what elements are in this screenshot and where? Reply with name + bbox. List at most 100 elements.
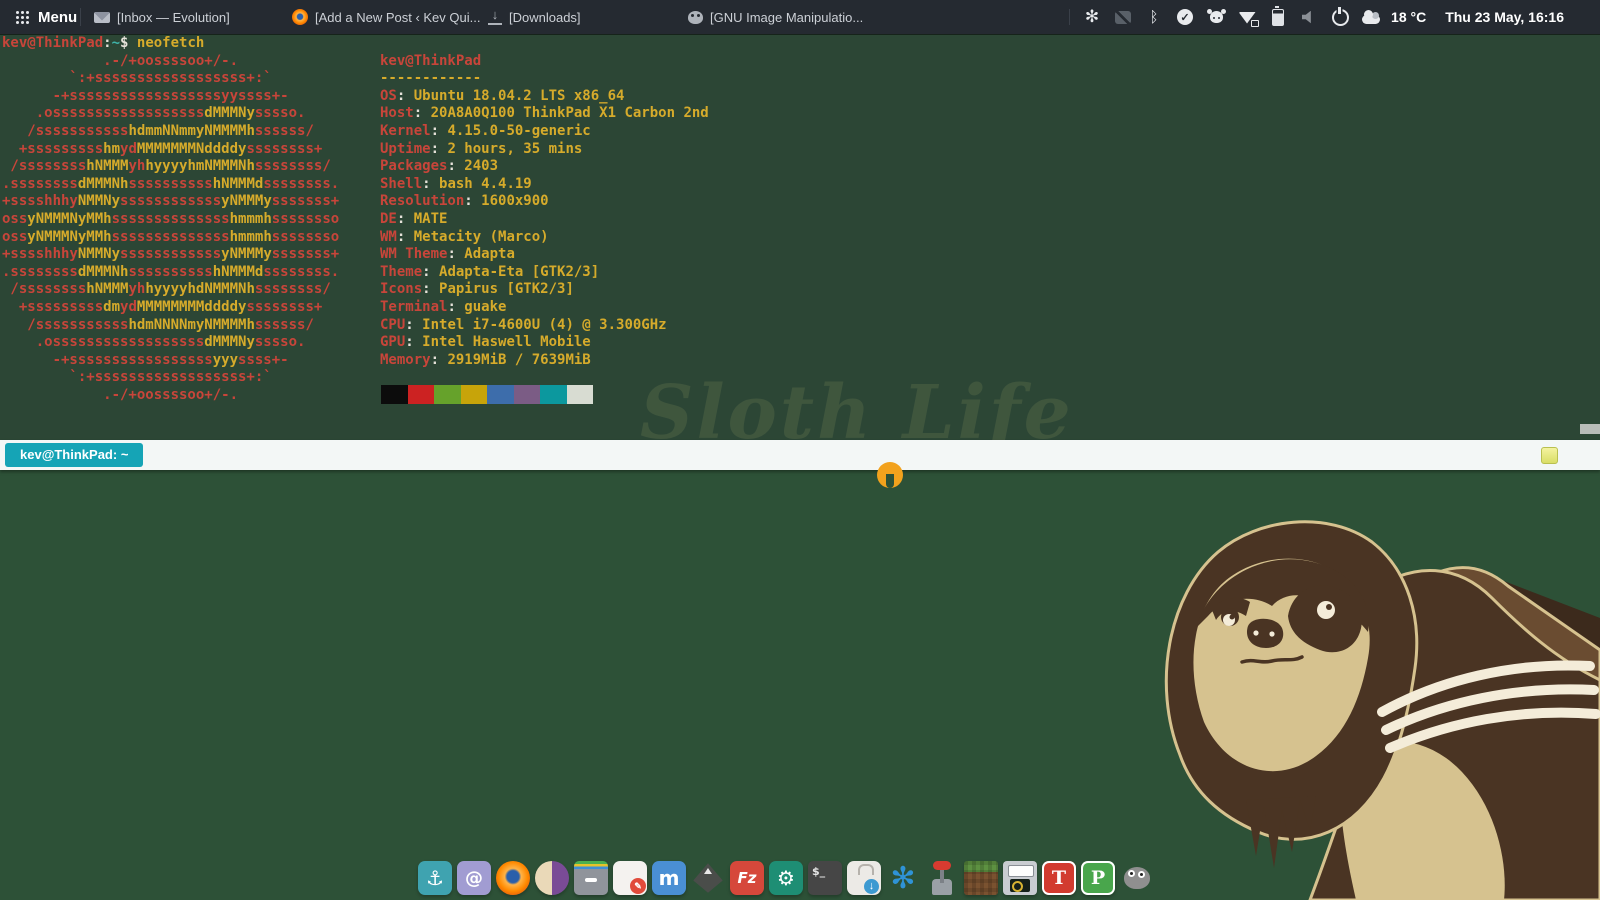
window-button-evolution[interactable]: [Inbox — Evolution]	[88, 0, 236, 34]
dock-item-minecraft-icon[interactable]	[964, 861, 998, 895]
window-button-gimp[interactable]: [GNU Image Manipulatio...	[682, 0, 869, 34]
info-row: CPU: Intel i7-4600U (4) @ 3.300GHz	[380, 317, 709, 335]
power-icon[interactable]	[1329, 5, 1351, 29]
battery-icon[interactable]	[1267, 5, 1289, 29]
dock-item-mastodon-icon[interactable]: m	[652, 861, 686, 895]
info-row: Uptime: 2 hours, 35 mins	[380, 141, 709, 159]
window-button-firefox[interactable]: [Add a New Post ‹ Kev Qui...	[286, 0, 486, 34]
info-underline: ------------	[380, 70, 709, 88]
ascii-line: /sssssssshNMMMyhhyyyyhdNMMMNhssssssss/	[2, 281, 339, 299]
info-row: Kernel: 4.15.0-50-generic	[380, 123, 709, 141]
menu-label: Menu	[38, 9, 77, 26]
ascii-line: .-/+oossssoo+/-.	[2, 53, 339, 71]
ascii-line: .ossssssssssssssssssdMMMNysssso.	[2, 334, 339, 352]
dock-item-terminal-icon[interactable]: $_	[808, 861, 842, 895]
gimp-icon	[688, 11, 703, 24]
ascii-line: -+sssssssssssssssssyyyssss+-	[2, 352, 339, 370]
dock-item-p-green-icon[interactable]: P	[1081, 861, 1115, 895]
dock: ⚓ @ ✎ m Fz ⚙ $_ ↓ ✻ T P	[418, 861, 1154, 895]
palette-swatch	[487, 385, 514, 404]
firefox-icon	[292, 9, 308, 25]
dock-item-typora-t-icon[interactable]: T	[1042, 861, 1076, 895]
temperature-indicator[interactable]: 18 °C	[1391, 9, 1426, 25]
info-row: DE: MATE	[380, 211, 709, 229]
ascii-line: /ssssssssssshdmmNNmmyNMMMMhssssss/	[2, 123, 339, 141]
dock-item-software-bag-icon[interactable]: ↓	[847, 861, 881, 895]
weather-icon[interactable]	[1360, 5, 1382, 29]
ascii-line: .-/+oossssoo+/-.	[2, 387, 339, 405]
system-tray: ✻ ᛒ ✓ 18 °C Thu 23 May, 16:16	[1069, 0, 1564, 34]
dock-item-file-archiver-icon[interactable]	[574, 861, 608, 895]
info-row: WM: Metacity (Marco)	[380, 229, 709, 247]
info-row: Resolution: 1600x900	[380, 193, 709, 211]
info-row: Terminal: guake	[380, 299, 709, 317]
filezilla-glyph: Fz	[738, 869, 757, 887]
sloth-illustration	[1160, 500, 1600, 900]
mastodon-glyph: m	[659, 866, 680, 890]
p-green-glyph: P	[1091, 867, 1105, 889]
typora-t-glyph: T	[1052, 867, 1066, 889]
notes-icon[interactable]	[1541, 447, 1558, 464]
dock-item-firefox-icon[interactable]	[496, 861, 530, 895]
info-title: kev@ThinkPad	[380, 53, 709, 71]
monkey-icon[interactable]	[1205, 5, 1227, 29]
ascii-line: -+ssssssssssssssssssyyssss+-	[2, 88, 339, 106]
palette-swatch	[567, 385, 594, 404]
desktop: { "panel": { "menu_label": "Menu", "wind…	[0, 0, 1600, 900]
shutter-glyph: ✻	[890, 861, 915, 896]
palette-swatch	[540, 385, 567, 404]
dock-item-anchor-icon[interactable]: ⚓	[418, 861, 452, 895]
shutter-icon[interactable]: ✻	[1081, 5, 1103, 29]
dock-item-text-editor-icon[interactable]: ✎	[613, 861, 647, 895]
window-button-download[interactable]: ↓ [Downloads]	[482, 0, 587, 34]
ascii-line: `:+ssssssssssssssssss+:`	[2, 369, 339, 387]
ascii-line: .ssssssssdMMMNhsssssssssshNMMMdssssssss.	[2, 264, 339, 282]
guake-handle-icon[interactable]	[877, 462, 903, 488]
info-row: Theme: Adapta-Eta [GTK2/3]	[380, 264, 709, 282]
window-button-label: [Add a New Post ‹ Kev Qui...	[315, 10, 480, 25]
bluetooth-icon[interactable]: ᛒ	[1143, 5, 1165, 29]
info-row: OS: Ubuntu 18.04.2 LTS x86_64	[380, 88, 709, 106]
window-button-label: [Downloads]	[509, 10, 581, 25]
dock-item-filezilla-icon[interactable]: Fz	[730, 861, 764, 895]
guake-tab-bar: kev@ThinkPad: ~	[0, 440, 1600, 470]
window-button-label: [GNU Image Manipulatio...	[710, 10, 863, 25]
menu-button[interactable]: Menu	[8, 0, 85, 34]
ascii-line: ossyNMMMNyMMhsssssssssssssshmmmhssssssso	[2, 211, 339, 229]
volume-icon[interactable]	[1298, 5, 1320, 29]
ascii-line: +sssssssssdmydMMMMMMMMddddyssssssss+	[2, 299, 339, 317]
panel-separator	[80, 8, 81, 26]
palette-swatch	[434, 385, 461, 404]
download-icon: ↓	[488, 9, 502, 25]
wifi-icon[interactable]	[1236, 5, 1258, 29]
ascii-line: /ssssssssssshdmNNNNmyNMMMMhssssss/	[2, 317, 339, 335]
dock-item-lollypop-icon[interactable]	[535, 861, 569, 895]
ascii-line: +sssshhhyNMMNyssssssssssssyNMMMysssssss+	[2, 246, 339, 264]
top-panel: Menu [Inbox — Evolution] [Add a New Post …	[0, 0, 1600, 34]
anchor-glyph: ⚓	[426, 866, 444, 890]
terminal-scrollbar[interactable]	[1580, 424, 1600, 434]
privacy-icon[interactable]	[1112, 5, 1134, 29]
clock[interactable]: Thu 23 May, 16:16	[1445, 9, 1564, 25]
dock-item-joystick-icon[interactable]	[925, 861, 959, 895]
dock-item-shutter-icon[interactable]: ✻	[886, 861, 920, 895]
ascii-line: /sssssssshNMMMyhhyyyyhmNMMMNhssssssss/	[2, 158, 339, 176]
dock-item-gimp-icon[interactable]	[1120, 861, 1154, 895]
ascii-line: .ossssssssssssssssssdMMMNysssso.	[2, 105, 339, 123]
tweaks-glyph: ⚙	[777, 866, 795, 890]
palette-swatch	[408, 385, 435, 404]
dock-item-tweaks-icon[interactable]: ⚙	[769, 861, 803, 895]
terminal-tab[interactable]: kev@ThinkPad: ~	[5, 443, 143, 467]
menu-grid-icon	[16, 11, 29, 24]
handle-notch	[886, 474, 894, 488]
tray-separator	[1069, 9, 1070, 25]
dock-item-inkscape-icon[interactable]	[691, 861, 725, 895]
dock-item-email-icon[interactable]: @	[457, 861, 491, 895]
terminal-glyph: $_	[812, 865, 825, 878]
ascii-line: ossyNMMMNyMMhsssssssssssssshmmmhssssssso	[2, 229, 339, 247]
shell-prompt: kev@ThinkPad:~$ neofetch	[2, 35, 204, 53]
guake-terminal[interactable]: kev@ThinkPad:~$ neofetch .-/+oossssoo+/-…	[0, 34, 1600, 440]
terminal-color-palette	[381, 385, 593, 404]
updates-icon[interactable]: ✓	[1174, 5, 1196, 29]
dock-item-keyring-icon[interactable]	[1003, 861, 1037, 895]
